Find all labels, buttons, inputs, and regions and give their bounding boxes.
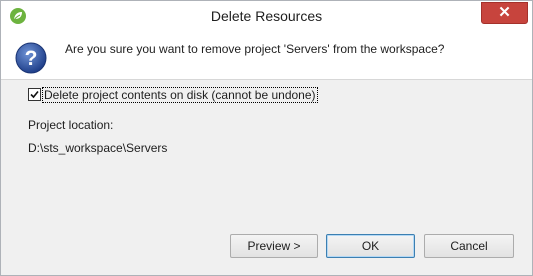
project-location-label: Project location: [28, 118, 114, 132]
project-location-value: D:\sts_workspace\Servers [28, 141, 168, 155]
checkmark-icon [30, 90, 39, 99]
preview-button[interactable]: Preview > [230, 234, 318, 258]
title-bar[interactable]: Delete Resources ✕ [1, 1, 532, 31]
delete-contents-checkbox[interactable] [28, 88, 41, 101]
message-area: ? Are you sure you want to remove projec… [1, 31, 532, 79]
confirmation-message: Are you sure you want to remove project … [65, 42, 445, 56]
divider [1, 79, 532, 80]
close-button[interactable]: ✕ [481, 2, 528, 24]
delete-resources-dialog: Delete Resources ✕ ? Are you sure you wa… [0, 0, 533, 276]
cancel-button[interactable]: Cancel [424, 234, 514, 258]
delete-contents-label[interactable]: Delete project contents on disk (cannot … [42, 87, 318, 103]
window-title: Delete Resources [210, 8, 323, 24]
svg-text:?: ? [25, 47, 38, 70]
close-icon: ✕ [498, 4, 511, 21]
question-icon: ? [15, 42, 47, 74]
ok-button[interactable]: OK [326, 234, 415, 258]
